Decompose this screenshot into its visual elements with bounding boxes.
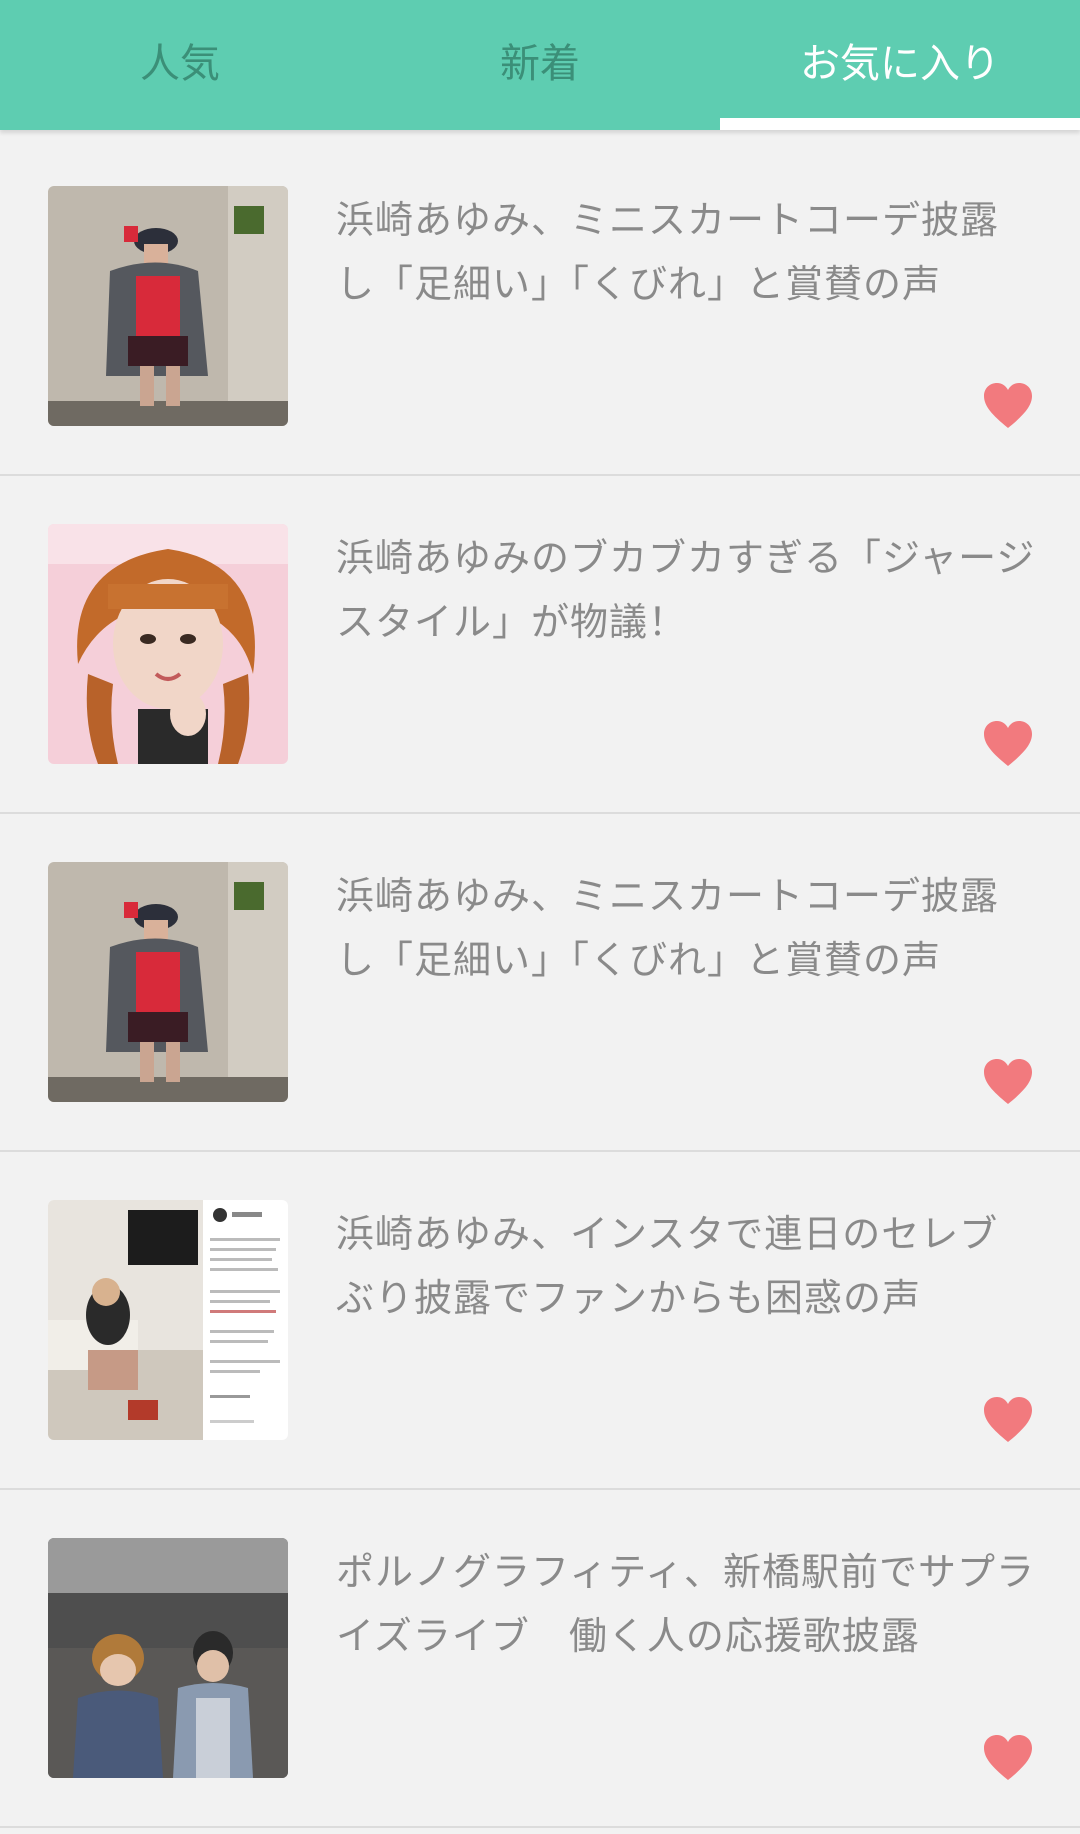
article-title: 浜崎あゆみ、ミニスカートコーデ披露し「足細い」「くびれ」と賞賛の声 <box>336 874 1000 982</box>
tab-popular[interactable]: 人気 <box>0 0 360 130</box>
article-title: 浜崎あゆみ、ミニスカートコーデ披露し「足細い」「くびれ」と賞賛の声 <box>336 198 1000 306</box>
article-title: 浜崎あゆみのブカブカすぎる「ジャージスタイル」が物議！ <box>336 536 1036 644</box>
tab-favorites-label: お気に入り <box>800 41 1000 87</box>
list-item[interactable]: 浜崎あゆみ、インスタで連日のセレブぶり披露でファンからも困惑の声 <box>0 1152 1080 1490</box>
article-thumbnail <box>48 1200 288 1440</box>
heart-icon[interactable] <box>982 382 1034 430</box>
tab-new-label: 新着 <box>500 41 580 87</box>
list-item[interactable]: 浜崎あゆみ、ミニスカートコーデ披露し「足細い」「くびれ」と賞賛の声 <box>0 814 1080 1152</box>
heart-icon[interactable] <box>982 1396 1034 1444</box>
tab-popular-label: 人気 <box>140 41 220 87</box>
article-title: 浜崎あゆみ、インスタで連日のセレブぶり披露でファンからも困惑の声 <box>336 1212 999 1320</box>
list-item[interactable]: 浜崎あゆみ、ミニスカートコーデ披露し「足細い」「くびれ」と賞賛の声 <box>0 138 1080 476</box>
tab-new[interactable]: 新着 <box>360 0 720 130</box>
article-thumbnail <box>48 186 288 426</box>
article-title: ポルノグラフィティ、新橋駅前でサプライズライブ 働く人の応援歌披露 <box>336 1550 1035 1658</box>
heart-icon[interactable] <box>982 720 1034 768</box>
list-item[interactable]: ポルノグラフィティ、新橋駅前でサプライズライブ 働く人の応援歌披露 <box>0 1490 1080 1828</box>
article-list: 浜崎あゆみ、ミニスカートコーデ披露し「足細い」「くびれ」と賞賛の声 浜崎あゆみの… <box>0 138 1080 1828</box>
list-item[interactable]: 浜崎あゆみのブカブカすぎる「ジャージスタイル」が物議！ <box>0 476 1080 814</box>
article-thumbnail <box>48 862 288 1102</box>
article-thumbnail <box>48 524 288 764</box>
heart-icon[interactable] <box>982 1058 1034 1106</box>
tab-bar: 人気 新着 お気に入り <box>0 0 1080 130</box>
heart-icon[interactable] <box>982 1734 1034 1782</box>
article-thumbnail <box>48 1538 288 1778</box>
tab-favorites[interactable]: お気に入り <box>720 0 1080 130</box>
tab-indicator-active <box>720 118 1080 130</box>
